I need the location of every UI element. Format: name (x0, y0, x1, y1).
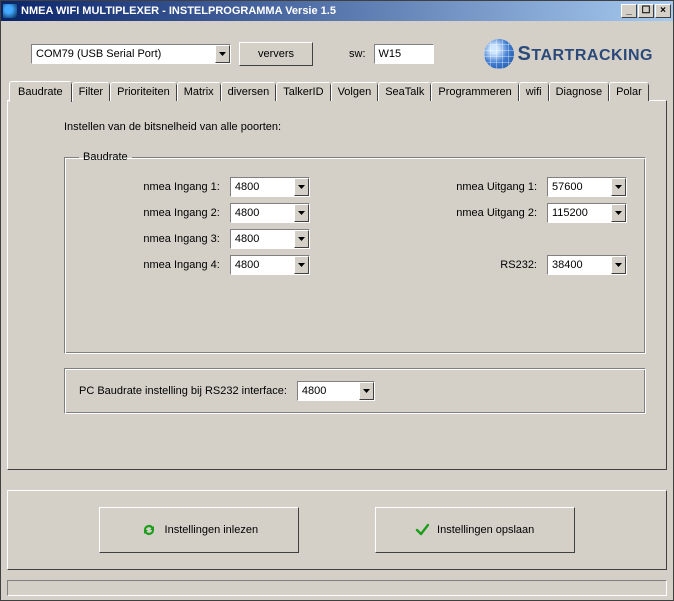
combo-ingang2[interactable]: 4800 (230, 203, 310, 223)
combo-ingang4[interactable]: 4800 (230, 255, 310, 275)
refresh-label: ververs (258, 48, 294, 60)
tab-panel-baudrate: Instellen van de bitsnelheid van alle po… (7, 100, 667, 470)
tab-baudrate[interactable]: Baudrate (9, 81, 72, 102)
tab-programmeren[interactable]: Programmeren (431, 82, 518, 101)
sw-value: W15 (379, 48, 402, 60)
save-settings-label: Instellingen opslaan (437, 524, 534, 536)
maximize-button[interactable]: ☐ (638, 4, 654, 18)
lbl-uitgang1: nmea Uitgang 1: (392, 181, 541, 193)
check-icon (415, 523, 429, 537)
tab-volgen[interactable]: Volgen (331, 82, 379, 101)
pc-baud-group: PC Baudrate instelling bij RS232 interfa… (64, 368, 646, 414)
chevron-down-icon[interactable] (359, 382, 374, 400)
lbl-pc-baud: PC Baudrate instelling bij RS232 interfa… (79, 385, 287, 397)
chevron-down-icon[interactable] (294, 256, 309, 274)
status-bar (7, 580, 667, 596)
tab-polar[interactable]: Polar (609, 82, 649, 101)
chevron-down-icon[interactable] (611, 204, 626, 222)
combo-ingang3[interactable]: 4800 (230, 229, 310, 249)
save-settings-button[interactable]: Instellingen opslaan (375, 507, 575, 553)
lbl-uitgang2: nmea Uitgang 2: (392, 207, 541, 219)
lbl-ingang1: nmea Ingang 1: (79, 181, 224, 193)
action-bar: Instellingen inlezen Instellingen opslaa… (7, 490, 667, 570)
minimize-button[interactable]: _ (621, 4, 637, 18)
window-title: NMEA WIFI MULTIPLEXER - INSTELPROGRAMMA … (21, 5, 621, 17)
sw-field[interactable]: W15 (374, 44, 434, 64)
tab-matrix[interactable]: Matrix (177, 82, 221, 101)
read-settings-label: Instellingen inlezen (165, 524, 259, 536)
brand-logo: STARTRACKING (484, 39, 661, 69)
app-icon (3, 4, 17, 18)
titlebar: NMEA WIFI MULTIPLEXER - INSTELPROGRAMMA … (1, 1, 673, 21)
lbl-ingang4: nmea Ingang 4: (79, 259, 224, 271)
baudrate-legend: Baudrate (79, 151, 132, 163)
sw-label: sw: (349, 48, 366, 60)
chevron-down-icon[interactable] (611, 178, 626, 196)
chevron-down-icon[interactable] (215, 45, 230, 63)
chevron-down-icon[interactable] (294, 230, 309, 248)
tab-seatalk[interactable]: SeaTalk (378, 82, 431, 101)
tab-wifi[interactable]: wifi (519, 82, 549, 101)
tabs-row: BaudrateFilterPrioriteitenMatrixdiversen… (7, 81, 667, 101)
combo-ingang1[interactable]: 4800 (230, 177, 310, 197)
combo-uitgang1[interactable]: 57600 (547, 177, 627, 197)
tab-filter[interactable]: Filter (72, 82, 110, 101)
brand-text: STARTRACKING (518, 43, 653, 66)
lbl-ingang2: nmea Ingang 2: (79, 207, 224, 219)
top-toolbar: COM79 (USB Serial Port) ververs sw: W15 … (1, 21, 673, 81)
lbl-rs232: RS232: (392, 259, 541, 271)
tab-prioriteiten[interactable]: Prioriteiten (110, 82, 177, 101)
tab-diversen[interactable]: diversen (221, 82, 277, 101)
baudrate-group: Baudrate nmea Ingang 1: 4800 nmea Uitgan… (64, 151, 646, 354)
read-settings-button[interactable]: Instellingen inlezen (99, 507, 299, 553)
close-button[interactable]: × (655, 4, 671, 18)
refresh-button[interactable]: ververs (239, 42, 313, 66)
tab-diagnose[interactable]: Diagnose (549, 82, 609, 101)
combo-uitgang2[interactable]: 115200 (547, 203, 627, 223)
globe-icon (484, 39, 514, 69)
refresh-icon (141, 522, 157, 538)
com-port-combo[interactable]: COM79 (USB Serial Port) (31, 44, 231, 64)
tabs-container: BaudrateFilterPrioriteitenMatrixdiversen… (7, 81, 667, 470)
app-window: NMEA WIFI MULTIPLEXER - INSTELPROGRAMMA … (0, 0, 674, 601)
intro-text: Instellen van de bitsnelheid van alle po… (64, 121, 646, 133)
lbl-ingang3: nmea Ingang 3: (79, 233, 224, 245)
combo-rs232[interactable]: 38400 (547, 255, 627, 275)
tab-talkerid[interactable]: TalkerID (276, 82, 330, 101)
chevron-down-icon[interactable] (611, 256, 626, 274)
chevron-down-icon[interactable] (294, 178, 309, 196)
com-port-value: COM79 (USB Serial Port) (32, 48, 215, 60)
combo-pc-baud[interactable]: 4800 (297, 381, 375, 401)
chevron-down-icon[interactable] (294, 204, 309, 222)
